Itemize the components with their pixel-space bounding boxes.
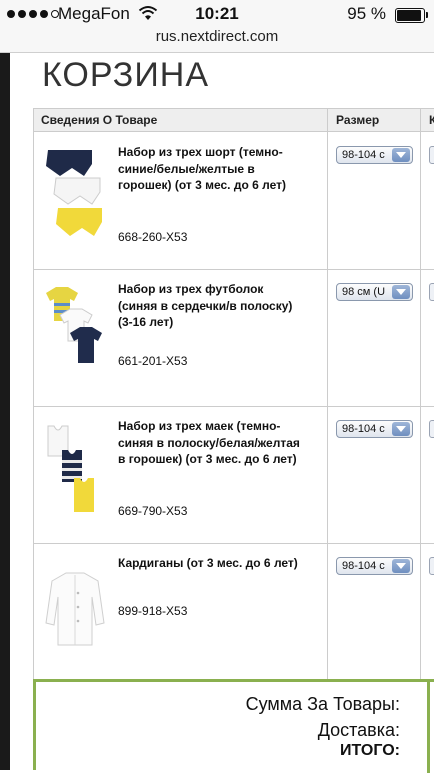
address-bar[interactable]: rus.nextdirect.com [0,29,434,53]
product-code: 661-201-X53 [118,354,188,368]
delivery-label: Доставка: [317,720,400,740]
product-code: 899-918-X53 [118,604,188,618]
size-select[interactable]: 98-104 с [336,146,413,164]
quantity-field[interactable] [429,420,434,438]
size-select[interactable]: 98-104 с [336,557,413,575]
page-title: КОРЗИНА [42,56,210,94]
battery-icon [395,8,428,23]
product-image-tanktops[interactable] [42,416,108,526]
product-name[interactable]: Кардиганы (от 3 мес. до 6 лет) [118,555,303,572]
product-image-shorts[interactable] [42,142,108,252]
size-select[interactable]: 98 см (U [336,283,413,301]
product-name[interactable]: Набор из трех маек (темно-синяя в полоск… [118,418,303,468]
quantity-field[interactable] [429,557,434,575]
size-select[interactable]: 98-104 с [336,420,413,438]
total-label: ИТОГО: [340,742,400,759]
header-size: Размер [336,113,380,127]
cart-table: Сведения О Товаре Размер К Набор из трех… [33,108,434,681]
left-edge-bar [0,53,10,770]
table-row: Набор из трех шорт (темно-синие/белые/же… [34,132,434,270]
chevron-down-icon[interactable] [392,422,410,436]
order-totals: Сумма За Товары: Доставка: ИТОГО: [33,679,434,773]
quantity-field[interactable] [429,146,434,164]
chevron-down-icon[interactable] [392,285,410,299]
header-product: Сведения О Товаре [41,113,158,127]
table-row: Кардиганы (от 3 мес. до 6 лет) 899-918-X… [34,543,434,681]
product-image-cardigan[interactable] [42,553,108,663]
product-name[interactable]: Набор из трех шорт (темно-синие/белые/же… [118,144,303,194]
product-image-tshirts[interactable] [42,279,108,389]
chevron-down-icon[interactable] [392,559,410,573]
chevron-down-icon[interactable] [392,148,410,162]
product-name[interactable]: Набор из трех футболок (синяя в сердечки… [118,281,303,331]
header-qty: К [429,113,434,127]
quantity-field[interactable] [429,283,434,301]
totals-border [427,682,430,773]
table-header: Сведения О Товаре Размер К [34,109,434,132]
subtotal-label: Сумма За Товары: [245,694,400,714]
url-text[interactable]: rus.nextdirect.com [0,29,434,44]
status-bar: MegaFon 10:21 95 % [0,0,434,30]
battery-percent: 95 % [347,4,386,23]
product-code: 669-790-X53 [118,504,188,518]
product-code: 668-260-X53 [118,230,188,244]
table-row: Набор из трех маек (темно-синяя в полоск… [34,406,434,544]
table-row: Набор из трех футболок (синяя в сердечки… [34,269,434,407]
